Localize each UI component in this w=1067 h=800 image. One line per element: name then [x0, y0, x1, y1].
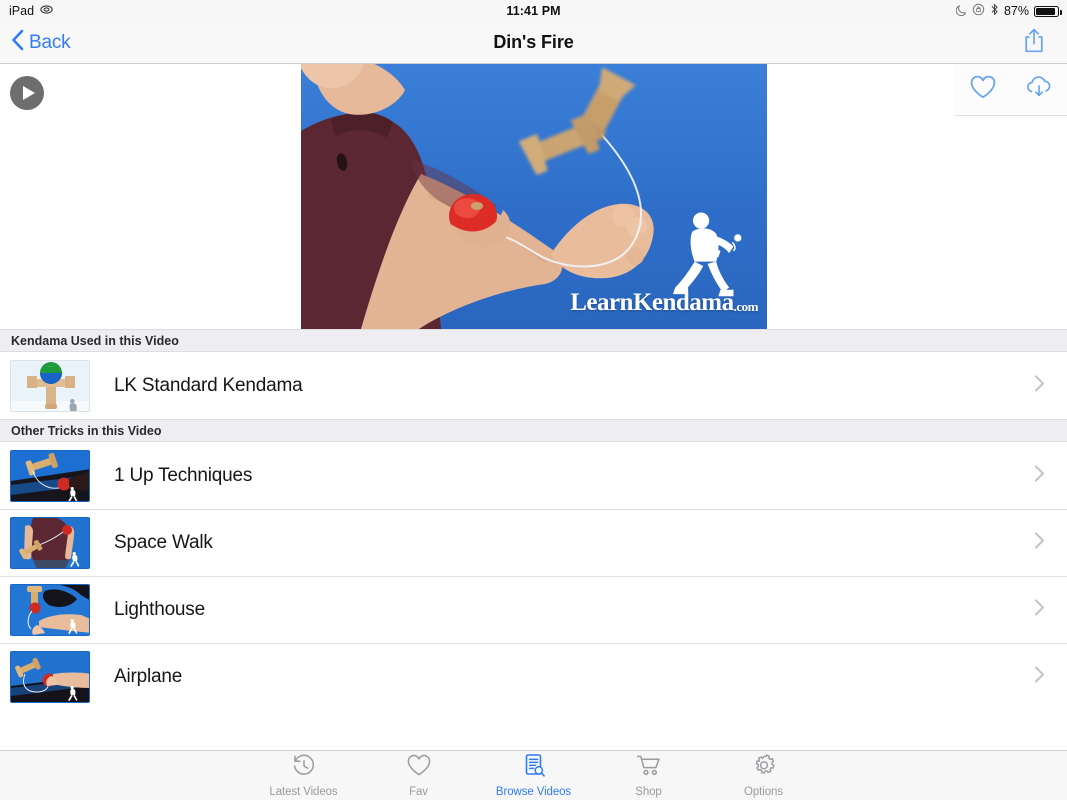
trick-video-thumbnail [10, 584, 90, 636]
play-icon [22, 86, 35, 100]
tab-label: Shop [635, 786, 662, 798]
status-bar: iPad 11:41 PM 87% [0, 0, 1067, 22]
list-item-label: LK Standard Kendama [114, 374, 303, 396]
list-item-trick-1-up-techniques[interactable]: 1 Up Techniques [0, 442, 1067, 509]
kendama-product-illustration [11, 360, 89, 411]
video-watermark: LearnKendama .com [570, 290, 758, 315]
list-item-trick-space-walk[interactable]: Space Walk [0, 509, 1067, 576]
video-thumbnail[interactable]: LearnKendama .com [301, 64, 767, 329]
moon-icon [955, 4, 967, 19]
watermark-text: LearnKendama [570, 289, 734, 316]
download-button[interactable] [1024, 74, 1054, 105]
status-bar-right: 87% [955, 3, 1062, 19]
gear-icon [751, 753, 777, 783]
chevron-right-icon [1034, 666, 1045, 689]
tab-label: Fav [409, 786, 428, 798]
battery-icon [1034, 5, 1062, 17]
cloud-download-icon [1026, 76, 1050, 97]
video-actions-bar [955, 64, 1067, 116]
trick-video-thumbnail [10, 651, 90, 703]
trick-video-thumbnail [10, 449, 90, 502]
play-button[interactable] [10, 76, 44, 110]
section-header-kendama-used: Kendama Used in this Video [0, 329, 1067, 352]
chevron-right-icon [1034, 599, 1045, 622]
share-icon [1023, 28, 1045, 57]
trick-thumbnail-illustration [11, 585, 89, 635]
trick-thumbnail-illustration [11, 652, 89, 702]
navigation-bar: Back Din's Fire [0, 22, 1067, 64]
clock-history-icon [291, 753, 317, 783]
tab-shop[interactable]: Shop [591, 753, 706, 798]
tab-bar: Latest Videos Fav Browse Videos Shop Opt… [0, 750, 1067, 800]
content-scroll-area[interactable]: LearnKendama .com Kendama Used in this V… [0, 64, 1067, 750]
tab-label: Options [744, 786, 783, 798]
section-header-other-tricks: Other Tricks in this Video [0, 419, 1067, 442]
heart-icon [970, 75, 995, 99]
list-item-label: Space Walk [114, 532, 213, 553]
status-bar-clock: 11:41 PM [506, 4, 561, 18]
list-item-label: Lighthouse [114, 599, 205, 620]
app-root: iPad 11:41 PM 87% Back Din's Fire LearnK… [0, 0, 1067, 800]
tab-label: Browse Videos [495, 786, 572, 798]
tab-browse-videos[interactable]: Browse Videos [476, 753, 591, 798]
favorite-button[interactable] [969, 74, 997, 105]
trick-thumbnail-illustration [11, 450, 89, 501]
watermark-suffix: .com [733, 299, 759, 314]
rotation-lock-icon [972, 3, 985, 19]
chevron-right-icon [1034, 464, 1045, 487]
document-search-icon [521, 753, 547, 783]
bluetooth-icon [990, 3, 999, 19]
chevron-right-icon [1034, 374, 1045, 397]
battery-percent-label: 87% [1003, 4, 1029, 18]
shopping-cart-icon [636, 753, 662, 783]
share-button[interactable] [1023, 27, 1045, 58]
chevron-right-icon [1034, 532, 1045, 555]
list-item-trick-airplane[interactable]: Airplane [0, 643, 1067, 710]
product-kendama-thumbnail [10, 359, 90, 412]
heart-icon [406, 753, 432, 783]
list-item-trick-lighthouse[interactable]: Lighthouse [0, 576, 1067, 643]
tab-fav[interactable]: Fav [361, 753, 476, 798]
page-title: Din's Fire [493, 32, 574, 52]
list-item-kendama-product[interactable]: LK Standard Kendama [0, 352, 1067, 419]
trick-thumbnail-illustration [11, 518, 89, 568]
tab-options[interactable]: Options [706, 753, 821, 798]
video-player-area: LearnKendama .com [0, 64, 1067, 329]
trick-video-thumbnail [10, 517, 90, 569]
list-item-label: 1 Up Techniques [114, 464, 253, 486]
tab-label: Latest Videos [269, 786, 338, 798]
list-item-label: Airplane [114, 666, 183, 687]
tab-latest-videos[interactable]: Latest Videos [246, 753, 361, 798]
